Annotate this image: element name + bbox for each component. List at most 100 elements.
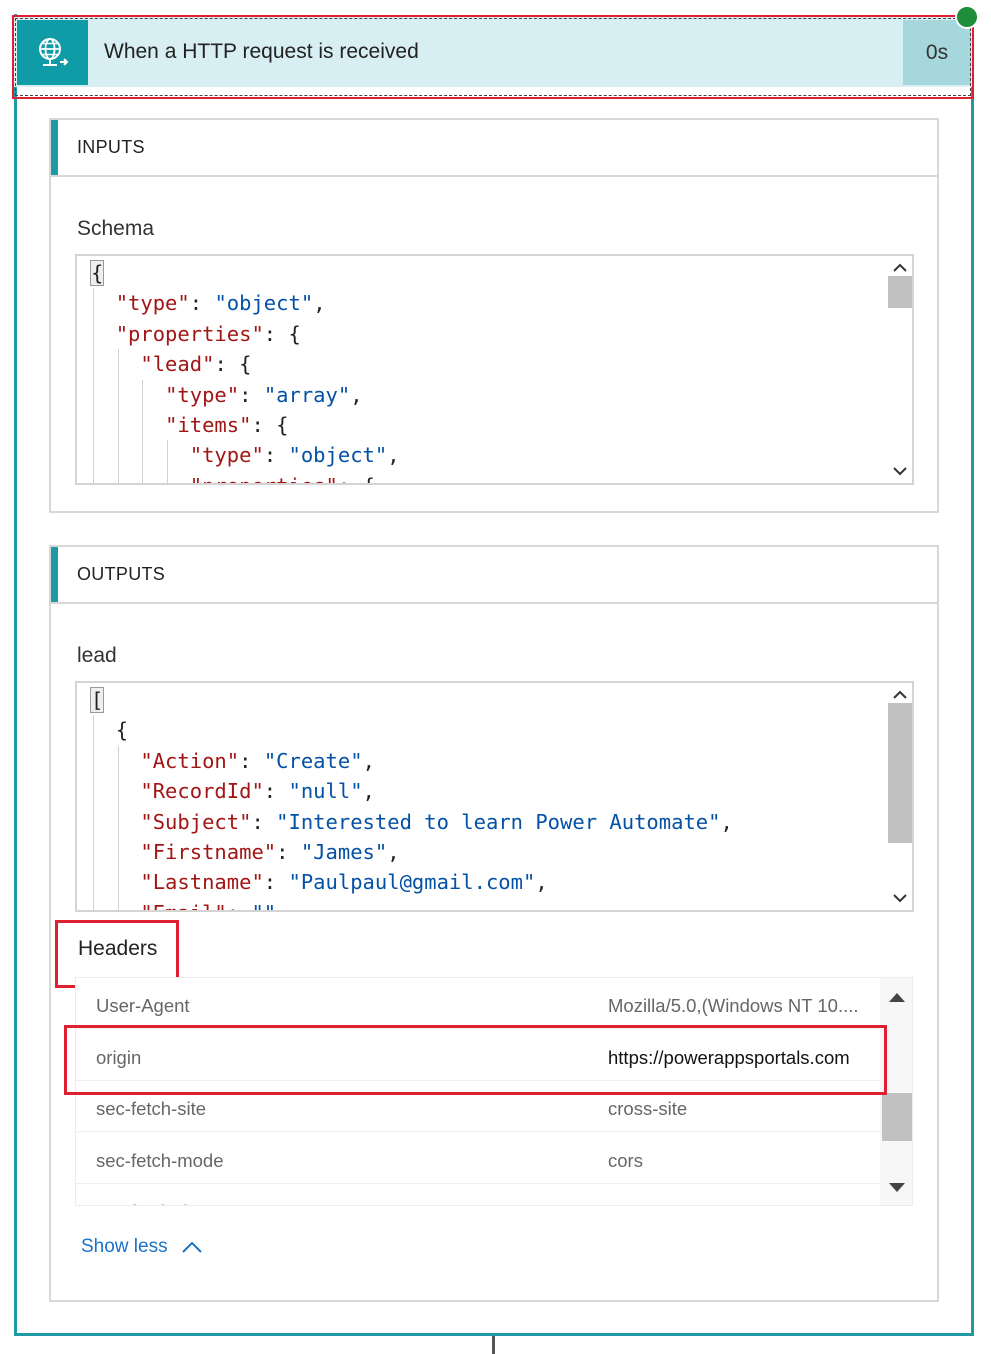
lead-code-viewer[interactable]: [ { "Action": "Create", "RecordId": "nul… [75,681,914,912]
json-string: "object" [288,443,388,468]
lead-scroll-thumb[interactable] [888,703,912,843]
json-punct: , [362,779,375,804]
code-line: "properties": { [91,319,400,349]
header-key: origin [96,1046,142,1068]
code-line: "type": "array", [91,380,400,410]
trigger-title: When a HTTP request is received [104,40,419,63]
code-line: [ [89,685,733,715]
flow-connector [492,1336,495,1354]
header-row[interactable]: sec-fetch-dest empty [76,1184,880,1205]
json-key: "type" [165,382,240,407]
json-punct: , [720,809,733,834]
header-value: empty [608,1184,658,1205]
json-punct: : [263,870,289,895]
json-punct: : { [251,413,289,438]
json-key: "lead" [140,352,215,377]
code-line: "Action": "Create", [91,746,733,776]
code-line: "lead": { [91,349,400,379]
headers-scrollbar[interactable] [880,978,912,1205]
outputs-section-header[interactable]: OUTPUTS [51,547,937,604]
json-key: "type" [115,291,190,316]
json-punct: : [239,748,264,773]
json-string: "" [251,901,276,910]
scroll-down-icon[interactable] [888,461,912,481]
duration-badge: 0s [903,20,971,85]
json-key: "properties" [190,474,338,483]
json-punct: : [276,840,301,865]
lead-scrollbar[interactable] [888,683,912,910]
code-line: "items": { [91,410,400,440]
json-key: "properties" [115,321,264,346]
json-punct: : { [338,474,375,483]
json-punct: : [189,291,215,316]
json-punct: : [263,779,289,804]
json-key: "Subject" [140,809,252,834]
inputs-section-header[interactable]: INPUTS [51,120,937,177]
code-line: "RecordId": "null", [91,776,733,806]
json-string: "null" [288,779,363,804]
schema-code-viewer[interactable]: { "type": "object", "properties": { "lea… [75,254,914,485]
headers-label: Headers [78,937,158,960]
code-line: "type": "object", [91,288,400,318]
code-line: "Subject": "Interested to learn Power Au… [91,807,733,837]
scroll-up-icon[interactable] [888,685,912,705]
json-punct: : { [263,321,301,346]
code-line: "Lastname": "Paulpaul@gmail.com", [91,867,733,897]
show-less-link[interactable]: Show less [81,1236,202,1258]
schema-scroll-thumb[interactable] [888,276,912,308]
json-string: "Interested to learn Power Automate" [276,809,721,834]
json-punct: { [89,260,105,286]
indent-guide [117,745,119,910]
headers-scroll-thumb[interactable] [882,1093,912,1141]
inputs-section: INPUTS Schema { "type": "object", "prope… [49,118,939,513]
schema-scrollbar[interactable] [888,256,912,483]
indent-guide [142,379,144,483]
json-punct: , [535,870,548,895]
lead-label: lead [77,644,117,667]
scroll-down-icon[interactable] [887,1181,907,1199]
json-punct: , [313,291,326,316]
code-line: "properties": { [91,471,400,483]
json-punct: : [227,901,252,910]
json-string: "array" [263,382,351,407]
code-line: "Email": "" [91,898,733,910]
code-line: "Firstname": "James", [91,837,733,867]
json-punct: : [251,809,277,834]
header-row[interactable]: sec-fetch-mode cors [76,1133,880,1184]
indent-guide [93,715,94,910]
trigger-header[interactable]: When a HTTP request is received 0s [14,17,974,87]
success-status-icon [955,5,979,29]
indent-guide [93,288,94,483]
header-key: sec-fetch-dest [96,1184,212,1205]
header-key: sec-fetch-site [96,1098,207,1119]
json-punct: { [115,718,129,743]
scroll-down-icon[interactable] [888,888,912,908]
headers-table[interactable]: User-Agent Mozilla/5.0,(Windows NT 10....… [75,977,913,1206]
json-string: "Paulpaul@gmail.com" [288,870,536,895]
header-key: User-Agent [96,995,190,1016]
json-key: "Email" [140,901,226,910]
header-row[interactable]: sec-fetch-site cross-site [76,1081,880,1132]
indent-guide [117,349,119,483]
json-punct: [ [89,687,105,713]
schema-code: { "type": "object", "properties": { "lea… [89,258,400,483]
json-key: "type" [189,443,264,468]
code-line: { [89,258,400,288]
scroll-up-icon[interactable] [887,990,907,1008]
json-punct: : [263,443,289,468]
schema-label: Schema [77,217,155,240]
json-punct: : [239,382,264,407]
json-key: "Firstname" [140,840,277,865]
code-line: { [91,715,733,745]
code-line: "type": "object", [91,440,400,470]
show-less-label: Show less [81,1236,168,1257]
json-punct: , [387,443,400,468]
scroll-up-icon[interactable] [888,258,912,278]
header-row[interactable]: origin https://powerappsportals.com [76,1030,880,1081]
json-string: "object" [214,291,314,316]
json-key: "Action" [140,748,240,773]
json-punct: : { [214,352,252,377]
globe-request-icon [17,20,88,85]
lead-code: [ { "Action": "Create", "RecordId": "nul… [89,685,733,910]
header-row[interactable]: User-Agent Mozilla/5.0,(Windows NT 10.... [76,978,880,1029]
